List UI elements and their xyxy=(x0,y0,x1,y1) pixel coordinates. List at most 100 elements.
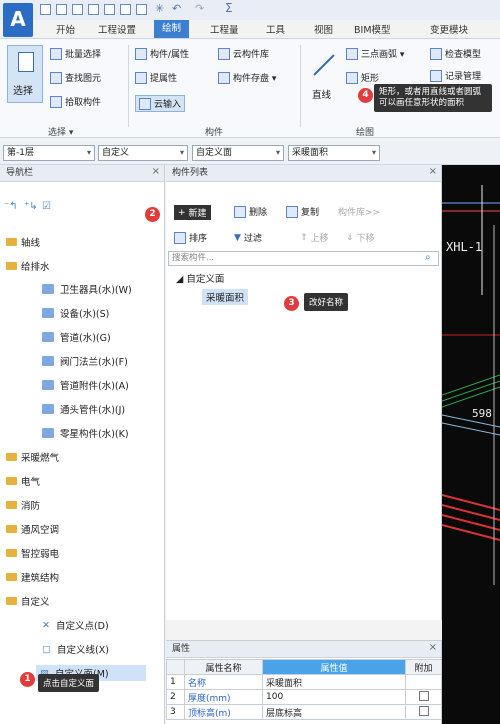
tab-tools[interactable]: 工具 xyxy=(266,22,285,36)
tab-bim-model[interactable]: BIM模型 xyxy=(354,22,391,36)
delete-button[interactable]: 删除 xyxy=(234,205,267,218)
save-icon[interactable] xyxy=(72,4,83,15)
folder-icon xyxy=(6,238,17,246)
folder-structure[interactable]: 建筑结构 xyxy=(6,570,59,584)
table-row[interactable]: 3 顶标高(m) 层底标高 xyxy=(166,704,442,720)
category-select[interactable]: 自定义 xyxy=(98,145,188,161)
expand-icon[interactable]: ⁺↳ xyxy=(24,201,38,212)
tab-view[interactable]: 视图 xyxy=(314,22,333,36)
tab-project-settings[interactable]: 工程设置 xyxy=(98,22,136,36)
annotation-tooltip: 矩形，或者用直线或者圆弧可以画任意形状的面积 xyxy=(374,84,492,112)
valve-icon xyxy=(42,356,54,366)
table-row[interactable]: 2 厚度(mm) 100 xyxy=(166,689,442,705)
collapse-icon[interactable]: ⁻↰ xyxy=(4,201,18,212)
tab-start[interactable]: 开始 xyxy=(56,22,75,36)
cloud-icon xyxy=(139,97,151,110)
folder-electric[interactable]: 电气 xyxy=(6,474,40,488)
header-name: 属性名称 xyxy=(184,659,263,675)
settings-icon[interactable]: ☑ xyxy=(42,201,51,212)
tree-root[interactable]: ◢ 自定义面 xyxy=(176,271,224,285)
record-manage-button[interactable]: 记录管理 xyxy=(430,69,481,82)
nav-tools: ⁻↰ ⁺↳ ☑ xyxy=(0,199,164,219)
tree-item-heating-area[interactable]: 采暖面积 xyxy=(202,289,249,305)
three-point-arc-button[interactable]: 三点画弧 ▾ xyxy=(346,47,404,60)
rectangle-button[interactable]: 矩形 xyxy=(346,71,379,84)
cross-icon: ✕ xyxy=(42,619,50,631)
pick-component-button[interactable]: 拾取构件 xyxy=(50,95,101,108)
select-label: 选择 xyxy=(13,86,33,97)
nav-item-pipe[interactable]: 管道(水)(G) xyxy=(42,330,111,344)
nav-item-sanitary[interactable]: 卫生器具(水)(W) xyxy=(42,282,132,296)
move-down-button[interactable]: ⇓ 下移 xyxy=(346,231,375,245)
tab-quantity[interactable]: 工程量 xyxy=(210,22,239,36)
extract-attr-button[interactable]: 提属性 xyxy=(135,71,177,84)
find-element-button[interactable]: 查找图元 xyxy=(50,71,101,84)
filter-button[interactable]: ▼ 过滤 xyxy=(234,231,262,245)
save-component-icon xyxy=(218,71,230,84)
folder-low-voltage[interactable]: 智控弱电 xyxy=(6,546,59,560)
doc-icon[interactable] xyxy=(104,4,115,15)
annotation-badge: 3 xyxy=(284,296,299,311)
group-select-label[interactable]: 选择 ▾ xyxy=(48,125,73,138)
pipe-accessory-icon xyxy=(42,380,54,390)
check-icon xyxy=(430,47,442,60)
select-button[interactable]: 选择 xyxy=(7,45,43,103)
folder-fire[interactable]: 消防 xyxy=(6,498,40,512)
search-input[interactable]: 搜索构件... xyxy=(168,251,439,266)
folder-hvac[interactable]: 通风空调 xyxy=(6,522,59,536)
batch-select-button[interactable]: 批量选择 xyxy=(50,47,101,60)
move-up-button[interactable]: ⇑ 上移 xyxy=(300,231,329,245)
folder-heating[interactable]: 采暖燃气 xyxy=(6,450,59,464)
component-attr-button[interactable]: 构件/属性 xyxy=(135,47,189,60)
library-button[interactable]: 构件库>> xyxy=(338,205,380,218)
nav-item-pipe-accessory[interactable]: 管道附件(水)(A) xyxy=(42,378,129,392)
cloud-library-button[interactable]: 云构件库 xyxy=(218,47,269,60)
square-icon: ▢ xyxy=(42,643,51,655)
find-icon xyxy=(50,71,62,84)
nav-item-equipment[interactable]: 设备(水)(S) xyxy=(42,306,109,320)
component-save-button[interactable]: 构件存盘 ▾ xyxy=(218,71,276,84)
floor-select[interactable]: 第-1层 xyxy=(3,145,95,161)
close-icon[interactable]: × xyxy=(429,166,437,177)
table-row[interactable]: 1 名称 采暖面积 xyxy=(166,674,442,690)
nav-item-custom-point[interactable]: ✕ 自定义点(D) xyxy=(42,618,109,633)
sort-button[interactable]: 排序 xyxy=(174,231,207,244)
tab-draw[interactable]: 绘制 xyxy=(154,20,190,38)
folder-custom[interactable]: 自定义 xyxy=(6,594,50,608)
cad-canvas[interactable]: XHL-1 598 xyxy=(442,165,500,724)
sum-icon[interactable]: Σ xyxy=(225,1,233,15)
check-model-button[interactable]: 检查模型 xyxy=(430,47,481,60)
cloud-input-button[interactable]: 云输入 xyxy=(135,95,186,112)
type-select[interactable]: 自定义面 xyxy=(192,145,284,161)
cross-icon[interactable]: ✳ xyxy=(155,2,164,15)
folder-axis[interactable]: 轴线 xyxy=(6,235,40,249)
fitting-icon xyxy=(42,404,54,414)
nav-item-fitting[interactable]: 通头管件(水)(J) xyxy=(42,402,125,416)
layer-icon[interactable] xyxy=(136,4,147,15)
redo-icon[interactable]: ↷ xyxy=(195,2,204,15)
folder-water[interactable]: 给排水 xyxy=(6,259,50,273)
close-icon[interactable]: × xyxy=(429,642,437,653)
tab-change-module[interactable]: 变更模块 xyxy=(430,22,468,36)
folder-icon xyxy=(6,573,17,581)
nav-item-misc[interactable]: 零星构件(水)(K) xyxy=(42,426,129,440)
line-button[interactable]: 直线 xyxy=(308,47,338,103)
checkbox[interactable] xyxy=(418,705,429,716)
open-icon[interactable] xyxy=(40,4,51,15)
copy-button[interactable]: 复制 xyxy=(286,205,319,218)
component-list-panel: 构件列表 × + 新建 删除 复制 构件库>> 排序 ▼ 过滤 ⇑ 上移 ⇓ 下移 搜索… xyxy=(166,165,442,620)
print-icon[interactable] xyxy=(88,4,99,15)
new-button[interactable]: + 新建 xyxy=(174,205,211,220)
group-draw-label: 绘图 xyxy=(356,128,375,138)
new-file-icon[interactable] xyxy=(56,4,67,15)
nav-item-custom-line[interactable]: ▢ 自定义线(X) xyxy=(42,642,109,657)
close-icon[interactable]: × xyxy=(152,166,160,177)
component-select[interactable]: 采暖面积 xyxy=(288,145,380,161)
checkbox[interactable] xyxy=(418,690,429,701)
calc-icon[interactable] xyxy=(120,4,131,15)
search-icon[interactable]: ⌕ xyxy=(425,252,431,263)
folder-icon xyxy=(6,597,17,605)
undo-icon[interactable]: ↶ xyxy=(172,2,181,15)
nav-title: 导航栏 xyxy=(0,165,164,182)
nav-item-valve[interactable]: 阀门法兰(水)(F) xyxy=(42,354,128,368)
